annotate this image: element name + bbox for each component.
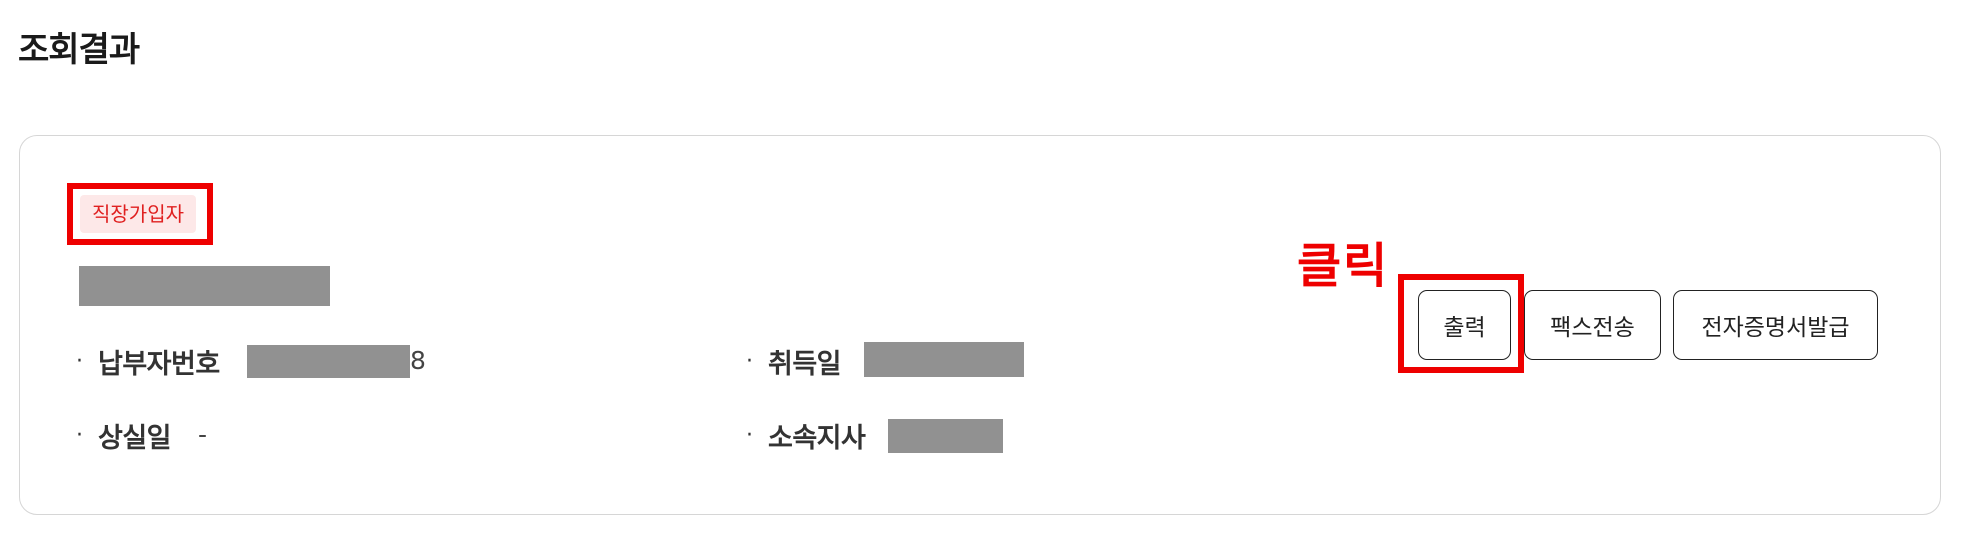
redacted-taxpayer-number: [247, 345, 410, 378]
loss-date-label: 상실일: [98, 422, 172, 454]
bullet-icon: ·: [76, 422, 83, 448]
loss-date-value: -: [198, 420, 208, 449]
print-button[interactable]: 출력: [1418, 290, 1511, 360]
field-taxpayer-number: · 납부자번호: [76, 343, 220, 380]
field-loss-date: · 상실일: [76, 417, 172, 454]
taxpayer-number-value-suffix: 8: [410, 346, 426, 375]
bullet-icon: ·: [746, 348, 753, 374]
field-branch: · 소속지사: [746, 417, 866, 454]
acquisition-date-label: 취득일: [768, 348, 842, 380]
e-certificate-button[interactable]: 전자증명서발급: [1673, 290, 1878, 360]
redacted-acquisition-date: [864, 342, 1024, 377]
click-annotation-label: 클릭: [1297, 238, 1390, 294]
branch-label: 소속지사: [768, 422, 866, 454]
page-title: 조회결과: [18, 30, 140, 70]
subscriber-type-badge: 직장가입자: [80, 195, 196, 233]
bullet-icon: ·: [746, 422, 753, 448]
redacted-branch: [888, 419, 1003, 453]
bullet-icon: ·: [76, 348, 83, 374]
field-acquisition-date: · 취득일: [746, 343, 842, 380]
taxpayer-number-label: 납부자번호: [98, 348, 220, 380]
fax-send-button[interactable]: 팩스전송: [1524, 290, 1661, 360]
redacted-name: [79, 266, 330, 306]
